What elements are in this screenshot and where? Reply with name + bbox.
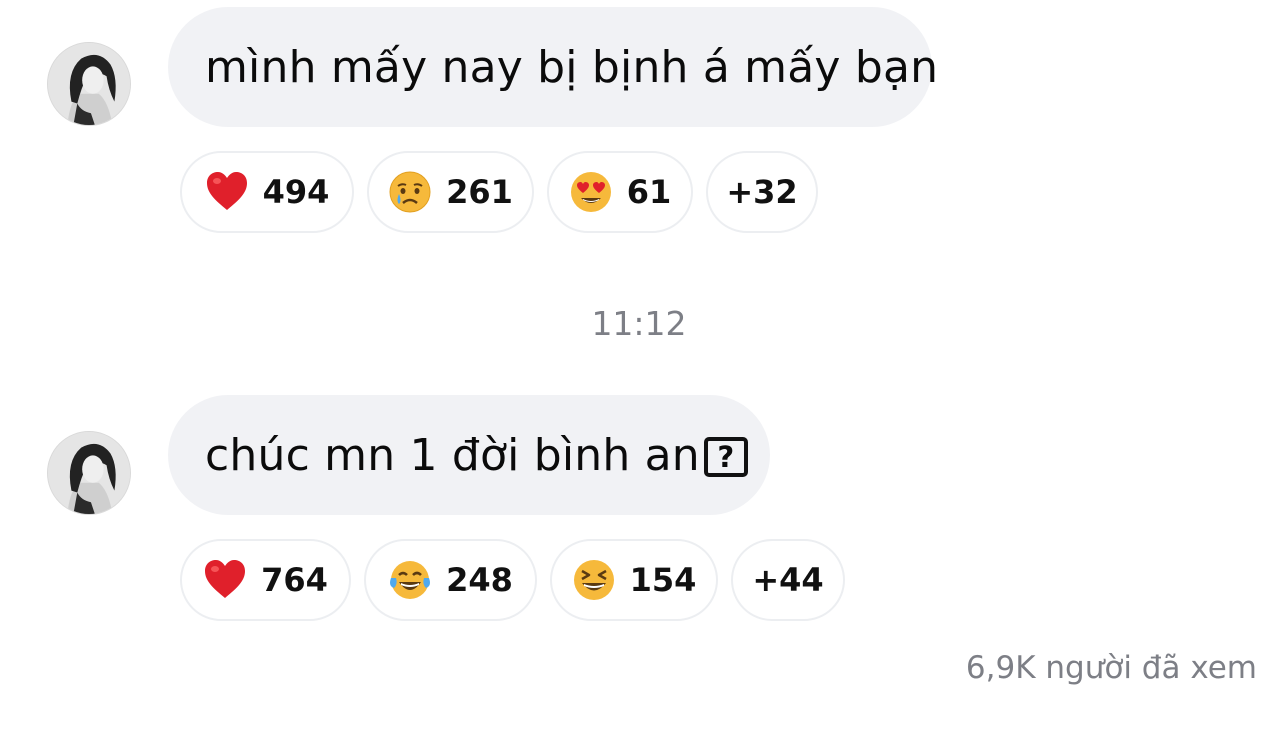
avatar[interactable] [47,431,131,515]
reaction-count: 261 [446,173,513,211]
reaction-count: 61 [626,173,672,211]
reaction-count: 248 [446,561,513,599]
message-bubble[interactable]: chúc mn 1 đời bình an ? [168,395,770,515]
reaction-count: 764 [261,561,328,599]
reaction-count: 154 [629,561,697,599]
seen-count[interactable]: 6,9K người đã xem [966,650,1257,686]
reaction-heart[interactable]: 494 [180,151,354,233]
reaction-tears-of-joy[interactable]: 248 [364,539,537,621]
heart-eyes-face-icon [570,172,611,212]
reaction-crying[interactable]: 261 [367,151,534,233]
crying-face-icon [389,171,431,213]
reaction-laughing[interactable]: 154 [550,539,718,621]
reaction-more[interactable]: +32 [706,151,818,233]
reaction-more-count: +44 [752,561,824,599]
reaction-heart[interactable]: 764 [180,539,351,621]
reaction-heart-eyes[interactable]: 61 [547,151,693,233]
reaction-more-count: +32 [726,173,798,211]
reaction-count: 494 [262,173,330,211]
message-text: mình mấy nay bị bịnh á mấy bạn [205,41,939,93]
profile-photo [48,432,130,514]
avatar[interactable] [47,42,131,126]
red-heart-icon [206,172,247,210]
tears-of-joy-face-icon [390,561,431,599]
chat-thread: mình mấy nay bị bịnh á mấy bạn 494 261 6… [0,0,1278,732]
message-text: chúc mn 1 đời bình an [205,429,700,481]
reaction-more[interactable]: +44 [731,539,845,621]
message-bubble[interactable]: mình mấy nay bị bịnh á mấy bạn [168,7,938,127]
profile-photo [48,43,130,125]
red-heart-icon [205,560,246,598]
timestamp: 11:12 [591,304,687,343]
unsupported-glyph-icon: ? [703,437,748,477]
laughing-squint-face-icon [573,560,614,600]
